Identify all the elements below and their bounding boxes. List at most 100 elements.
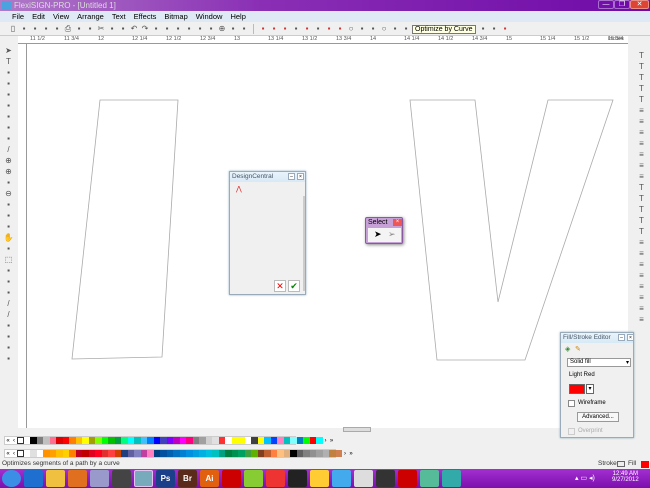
tray-icons[interactable]: ▴ ▭ ◂) bbox=[575, 474, 595, 482]
illustrator-icon[interactable]: Ai bbox=[200, 470, 219, 487]
palette-scroll-right[interactable]: » bbox=[348, 451, 354, 457]
menu-text[interactable]: Text bbox=[108, 11, 130, 22]
crop-icon[interactable]: ▪ bbox=[3, 342, 15, 352]
kern-icon[interactable]: ≡ bbox=[637, 149, 647, 159]
menu-view[interactable]: View bbox=[49, 11, 73, 22]
maximize-button[interactable]: ❐ bbox=[614, 0, 630, 9]
left-ruler[interactable] bbox=[18, 44, 27, 428]
layers-icon[interactable]: ▪ bbox=[195, 24, 205, 34]
calculator-icon[interactable] bbox=[376, 470, 395, 487]
align-mid-icon[interactable]: ≡ bbox=[637, 248, 647, 258]
text-spacing-icon[interactable]: T bbox=[637, 83, 647, 93]
ie-icon[interactable] bbox=[24, 470, 43, 487]
shape-icon[interactable]: ▪ bbox=[3, 78, 15, 88]
pan-zoom-icon[interactable]: ▪ bbox=[3, 199, 15, 209]
app-icon[interactable] bbox=[90, 470, 109, 487]
menu-effects[interactable]: Effects bbox=[130, 11, 161, 22]
align-right-icon[interactable]: ≡ bbox=[637, 127, 647, 137]
panel-close[interactable]: × bbox=[627, 334, 634, 341]
messenger-icon[interactable] bbox=[420, 470, 439, 487]
mcafee-icon[interactable] bbox=[398, 470, 417, 487]
freehand-lasso-icon[interactable]: ▪ bbox=[3, 265, 15, 275]
menu-bitmap[interactable]: Bitmap bbox=[160, 11, 191, 22]
menu-arrange[interactable]: Arrange bbox=[73, 11, 108, 22]
fill-icon[interactable]: ▪ bbox=[3, 100, 15, 110]
node-edit-icon[interactable]: ⋀ bbox=[236, 185, 242, 193]
add-node-icon[interactable]: ▪ bbox=[269, 24, 279, 34]
zoom-in-icon[interactable]: ⊕ bbox=[3, 155, 15, 165]
eyedropper-icon[interactable]: / bbox=[3, 144, 15, 154]
text-warp-icon[interactable]: T bbox=[637, 193, 647, 203]
advanced-button[interactable]: Advanced... bbox=[577, 412, 619, 422]
swatch-icon[interactable]: ▪ bbox=[228, 24, 238, 34]
rip-icon[interactable]: ▪ bbox=[85, 24, 95, 34]
fill-stroke-icon[interactable]: ▪ bbox=[3, 243, 15, 253]
apply-button[interactable]: ✔ bbox=[288, 280, 300, 292]
fill-icon[interactable]: ▪ bbox=[390, 24, 400, 34]
import-icon[interactable]: ▪ bbox=[41, 24, 51, 34]
lasso-icon[interactable]: ▪ bbox=[3, 67, 15, 77]
top-ruler[interactable]: 11 1/2 11 3/4 12 12 1/4 12 1/2 12 3/4 13 13 1/4… bbox=[18, 36, 628, 44]
minimize-button[interactable]: — bbox=[598, 0, 614, 9]
zoom-out-icon[interactable]: ⊖ bbox=[3, 188, 15, 198]
clock[interactable]: 12:49 AM 9/27/2012 bbox=[612, 471, 639, 483]
optimize-arc-icon[interactable]: ▪ bbox=[335, 24, 345, 34]
new-icon[interactable]: ▯ bbox=[8, 24, 18, 34]
pencil-icon[interactable]: / bbox=[3, 309, 15, 319]
horizontal-scrollbar[interactable] bbox=[343, 427, 371, 432]
layout-icon[interactable]: ▪ bbox=[184, 24, 194, 34]
menu-window[interactable]: Window bbox=[192, 11, 227, 22]
ellipse-icon[interactable]: ○ bbox=[379, 24, 389, 34]
text-italic-icon[interactable]: T bbox=[637, 94, 647, 104]
kern-auto-icon[interactable]: ≡ bbox=[637, 160, 647, 170]
pointer-icon[interactable]: ➤ bbox=[3, 45, 15, 55]
export-icon[interactable]: ▪ bbox=[52, 24, 62, 34]
hand-icon[interactable]: ✋ bbox=[3, 232, 15, 242]
letter-v-outline[interactable] bbox=[409, 99, 614, 361]
copy-icon[interactable]: ▪ bbox=[107, 24, 117, 34]
panel-minimize[interactable]: – bbox=[618, 334, 625, 341]
fit-icon[interactable]: ≡ bbox=[637, 171, 647, 181]
smooth-icon[interactable]: ▪ bbox=[368, 24, 378, 34]
select-pointer-icon[interactable]: ➤ bbox=[374, 229, 382, 240]
letter-i-outline[interactable] bbox=[71, 99, 179, 360]
dist-bottom-icon[interactable]: ≡ bbox=[637, 303, 647, 313]
panel-close[interactable]: × bbox=[297, 173, 304, 180]
text-block-icon[interactable]: T bbox=[637, 204, 647, 214]
fill-swatch[interactable] bbox=[641, 461, 649, 468]
fill-type-select[interactable]: Solid fill ▾ bbox=[567, 358, 631, 367]
acrobat-icon[interactable] bbox=[222, 470, 241, 487]
rectangle-icon[interactable]: ▪ bbox=[3, 122, 15, 132]
undo-icon[interactable]: ↶ bbox=[129, 24, 139, 34]
node-edit-icon[interactable]: ▪ bbox=[258, 24, 268, 34]
warp-icon[interactable]: ▪ bbox=[478, 24, 488, 34]
arc-text-icon[interactable]: T bbox=[637, 182, 647, 192]
palette-scroll-right[interactable]: » bbox=[329, 438, 335, 444]
node-pointer-icon[interactable]: ➢ bbox=[388, 229, 396, 240]
arrow-icon[interactable]: ▪ bbox=[357, 24, 367, 34]
fill-tab-icon[interactable]: ◈ bbox=[565, 345, 570, 353]
design-canvas[interactable] bbox=[27, 44, 628, 432]
text-vertical-icon[interactable]: T bbox=[637, 226, 647, 236]
office-icon[interactable] bbox=[266, 470, 285, 487]
keyboard-icon[interactable] bbox=[288, 470, 307, 487]
reverse-icon[interactable]: ▪ bbox=[162, 24, 172, 34]
stroke-swatch[interactable] bbox=[617, 461, 625, 467]
close-button[interactable]: × bbox=[393, 219, 402, 226]
align-center-icon[interactable]: ≡ bbox=[637, 116, 647, 126]
weld-icon[interactable]: ▪ bbox=[489, 24, 499, 34]
delete-node-icon[interactable]: ▪ bbox=[280, 24, 290, 34]
menu-help[interactable]: Help bbox=[226, 11, 249, 22]
redo-icon[interactable]: ↷ bbox=[140, 24, 150, 34]
brush-icon[interactable]: ▪ bbox=[3, 320, 15, 330]
menu-edit[interactable]: Edit bbox=[28, 11, 49, 22]
network-icon[interactable] bbox=[332, 470, 351, 487]
overprint-checkbox[interactable] bbox=[568, 428, 575, 435]
knife-icon[interactable]: ▪ bbox=[3, 276, 15, 286]
text-path-icon[interactable]: T bbox=[637, 72, 647, 82]
align-top-icon[interactable]: ≡ bbox=[637, 237, 647, 247]
color-wheel-icon[interactable]: ▪ bbox=[239, 24, 249, 34]
paste-icon[interactable]: ▪ bbox=[118, 24, 128, 34]
abc-icon[interactable]: ≡ bbox=[637, 314, 647, 324]
close-button[interactable]: ✕ bbox=[630, 0, 649, 9]
